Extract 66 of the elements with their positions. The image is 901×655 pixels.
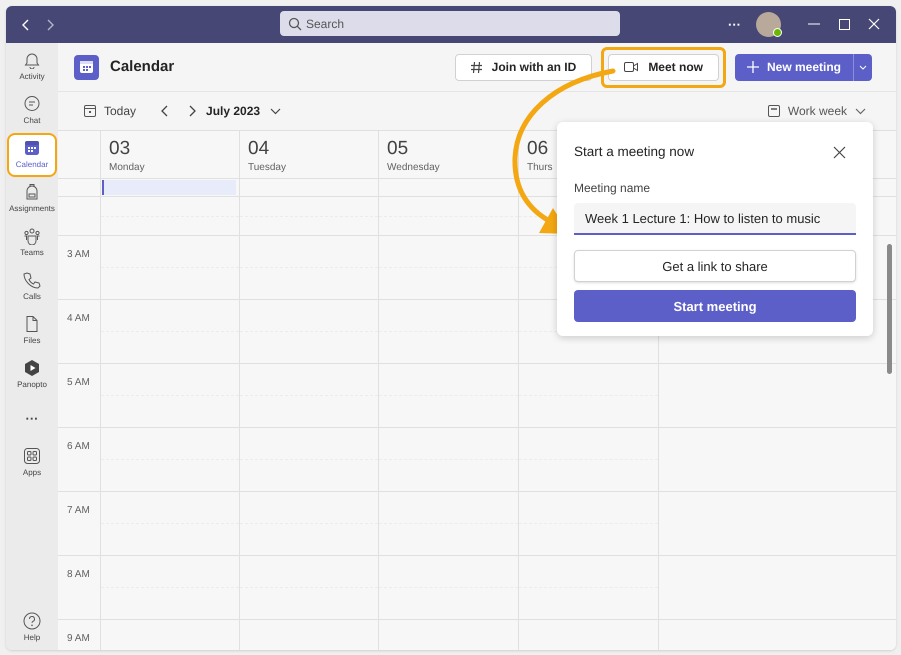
day-number: 05 [387,138,408,160]
weekday-label: Wednesday [387,161,440,175]
more-button[interactable]: ··· [728,15,741,34]
search-icon [288,17,302,31]
day-number: 04 [248,138,270,160]
video-camera-icon [624,62,638,72]
hour-label: 8 AM [67,569,90,580]
more-apps-button[interactable]: ··· [9,399,55,439]
help-icon [23,612,41,630]
back-icon[interactable] [22,18,30,30]
calendar-app-icon [74,54,99,80]
rail-item[interactable]: Activity [9,47,55,87]
chat-bubble-icon [23,95,41,113]
chevron-down-icon [855,108,866,114]
meeting-name-field[interactable]: Week 1 Lecture 1: How to listen to music [574,203,856,236]
close-icon[interactable] [833,146,846,159]
weekday-label: Tuesday [248,161,286,175]
rail-item[interactable]: Apps [9,443,55,483]
hour-label: 7 AM [67,505,90,516]
dialog-title: Start a meeting now [574,143,694,161]
plus-icon [746,61,759,73]
search-field[interactable]: Search [280,11,620,36]
weekday-label: Monday [109,161,145,175]
scrollbar-thumb[interactable] [887,244,892,374]
calendar-today-icon [84,105,96,117]
meet-now-button[interactable]: Meet now [608,54,719,80]
month-picker[interactable]: July 2023 [206,102,282,120]
page-title: Calendar [110,56,174,77]
rail-item[interactable]: Assignments [9,179,55,219]
rail-item[interactable]: Calendar [9,135,55,175]
play-icon [23,359,41,377]
hour-label: 4 AM [67,313,90,324]
next-icon[interactable] [188,105,196,117]
join-with-id-button[interactable]: Join with an ID [454,54,592,80]
view-picker[interactable]: Work week [768,102,866,120]
rail-item[interactable]: Teams [9,223,55,263]
view-icon [768,105,780,117]
day-number: 06 [527,138,548,160]
chevron-down-icon [859,64,867,70]
field-label: Meeting name [574,180,652,198]
hash-icon [470,62,482,72]
rail-item[interactable]: Files [9,311,55,351]
hour-label: 9 AM [67,633,90,644]
previous-icon[interactable] [161,105,170,117]
phone-icon [23,271,41,289]
get-link-button[interactable]: Get a link to share [574,250,856,282]
apps-icon [23,447,41,465]
start-meeting-button[interactable]: Start meeting [574,290,856,322]
hour-label: 3 AM [67,249,90,260]
maximize-icon[interactable] [839,19,850,30]
rail-item[interactable]: Calls [9,267,55,307]
calendar-icon [23,139,41,157]
people-icon [23,227,41,245]
chevron-down-icon [270,108,282,114]
minimize-icon[interactable] [808,23,820,25]
forward-icon[interactable] [46,18,54,30]
rail-item[interactable]: Chat [9,91,55,131]
today-button[interactable]: Today [84,102,136,120]
avatar[interactable] [756,12,781,37]
weekday-label: Thurs [527,161,553,175]
bell-icon [23,51,41,69]
day-number: 03 [109,138,130,160]
help-rail-item[interactable]: Help [23,612,41,644]
hour-label: 6 AM [67,441,90,452]
rail-item[interactable]: Panopto [9,355,55,395]
hour-label: 5 AM [67,377,90,388]
